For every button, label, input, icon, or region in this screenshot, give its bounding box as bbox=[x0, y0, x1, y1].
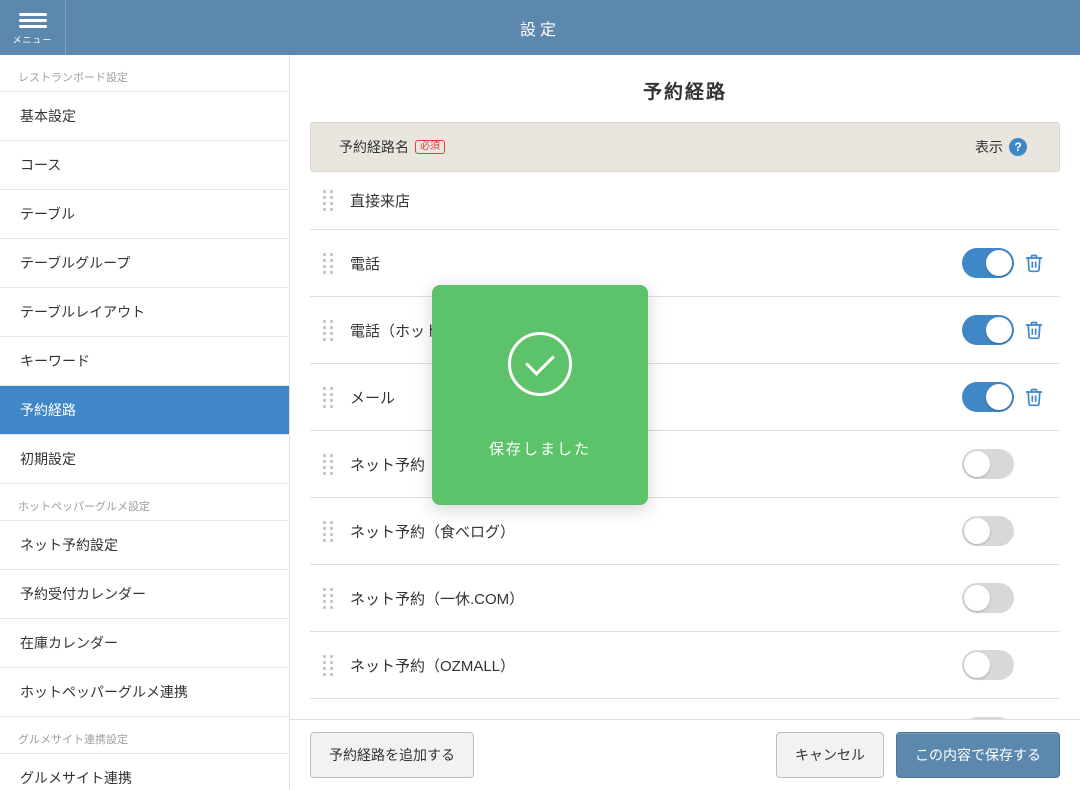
menu-label: メニュー bbox=[12, 33, 52, 46]
main-panel: 予約経路 予約経路名 必須 表示 ? 直接来店電話電話（ホットペッパー グルメ）… bbox=[290, 55, 1080, 790]
sidebar-item[interactable]: コース bbox=[0, 141, 289, 190]
sidebar-item[interactable]: 予約受付カレンダー bbox=[0, 570, 289, 619]
col-display-label: 表示 bbox=[975, 137, 1003, 157]
delete-icon[interactable] bbox=[1014, 319, 1054, 341]
display-toggle[interactable] bbox=[962, 315, 1014, 345]
route-row: ネット予約（食べログ） bbox=[310, 498, 1060, 565]
drag-handle-icon[interactable] bbox=[316, 655, 340, 676]
footer-bar: 予約経路を追加する キャンセル この内容で保存する bbox=[290, 719, 1080, 790]
hamburger-icon bbox=[19, 10, 47, 31]
route-row: ネット予約（PayPayグルメ） bbox=[310, 699, 1060, 719]
sidebar-item[interactable]: 初期設定 bbox=[0, 435, 289, 484]
sidebar-item[interactable]: 基本設定 bbox=[0, 92, 289, 141]
drag-handle-icon[interactable] bbox=[316, 190, 340, 211]
route-row: ネット予約（一休.COM） bbox=[310, 565, 1060, 632]
sidebar-section-title: ホットペッパーグルメ設定 bbox=[0, 484, 289, 521]
list-header: 予約経路名 必須 表示 ? bbox=[310, 122, 1060, 172]
add-route-button[interactable]: 予約経路を追加する bbox=[310, 732, 474, 778]
checkmark-icon bbox=[525, 346, 555, 376]
display-toggle[interactable] bbox=[962, 449, 1014, 479]
delete-icon[interactable] bbox=[1014, 252, 1054, 274]
sidebar-item[interactable]: テーブル bbox=[0, 190, 289, 239]
sidebar-item[interactable]: キーワード bbox=[0, 337, 289, 386]
save-button[interactable]: この内容で保存する bbox=[896, 732, 1060, 778]
sidebar-item[interactable]: ホットペッパーグルメ連携 bbox=[0, 668, 289, 717]
delete-icon[interactable] bbox=[1014, 386, 1054, 408]
check-circle-icon bbox=[508, 332, 572, 396]
drag-handle-icon[interactable] bbox=[316, 521, 340, 542]
list-scroll-area[interactable]: 予約経路名 必須 表示 ? 直接来店電話電話（ホットペッパー グルメ）メールネッ… bbox=[290, 122, 1080, 719]
route-row: 電話 bbox=[310, 230, 1060, 297]
drag-handle-icon[interactable] bbox=[316, 320, 340, 341]
app-header: メニュー 設定 bbox=[0, 0, 1080, 55]
drag-handle-icon[interactable] bbox=[316, 253, 340, 274]
drag-handle-icon[interactable] bbox=[316, 588, 340, 609]
drag-handle-icon[interactable] bbox=[316, 454, 340, 475]
display-toggle[interactable] bbox=[962, 650, 1014, 680]
sidebar-item[interactable]: ネット予約設定 bbox=[0, 521, 289, 570]
route-row: ネット予約（ぐるなび） bbox=[310, 431, 1060, 498]
settings-sidebar: レストランボード設定基本設定コーステーブルテーブルグループテーブルレイアウトキー… bbox=[0, 55, 290, 790]
route-name: ネット予約（OZMALL） bbox=[340, 655, 962, 676]
sidebar-item[interactable]: 予約経路 bbox=[0, 386, 289, 435]
route-row: 直接来店 bbox=[310, 172, 1060, 230]
header-title: 設定 bbox=[520, 16, 560, 40]
save-success-toast: 保存しました bbox=[432, 285, 648, 505]
route-row: 電話（ホットペッパー グルメ） bbox=[310, 297, 1060, 364]
cancel-button[interactable]: キャンセル bbox=[776, 732, 884, 778]
help-icon[interactable]: ? bbox=[1009, 138, 1027, 156]
route-name: ネット予約（一休.COM） bbox=[340, 588, 962, 609]
display-toggle[interactable] bbox=[962, 717, 1014, 719]
required-badge: 必須 bbox=[415, 140, 445, 154]
menu-button[interactable]: メニュー bbox=[0, 0, 66, 55]
display-toggle[interactable] bbox=[962, 583, 1014, 613]
sidebar-item[interactable]: 在庫カレンダー bbox=[0, 619, 289, 668]
route-name: 直接来店 bbox=[340, 190, 1054, 211]
display-toggle[interactable] bbox=[962, 248, 1014, 278]
display-toggle[interactable] bbox=[962, 382, 1014, 412]
route-row: ネット予約（OZMALL） bbox=[310, 632, 1060, 699]
route-name: 電話 bbox=[340, 253, 962, 274]
toast-message: 保存しました bbox=[489, 438, 591, 459]
route-name: ネット予約（食べログ） bbox=[340, 521, 962, 542]
page-title: 予約経路 bbox=[290, 55, 1080, 122]
route-row: メール bbox=[310, 364, 1060, 431]
sidebar-item[interactable]: グルメサイト連携 bbox=[0, 754, 289, 790]
sidebar-item[interactable]: テーブルレイアウト bbox=[0, 288, 289, 337]
sidebar-item[interactable]: テーブルグループ bbox=[0, 239, 289, 288]
sidebar-section-title: レストランボード設定 bbox=[0, 55, 289, 92]
col-name-label: 予約経路名 bbox=[339, 137, 409, 157]
drag-handle-icon[interactable] bbox=[316, 387, 340, 408]
display-toggle[interactable] bbox=[962, 516, 1014, 546]
sidebar-section-title: グルメサイト連携設定 bbox=[0, 717, 289, 754]
